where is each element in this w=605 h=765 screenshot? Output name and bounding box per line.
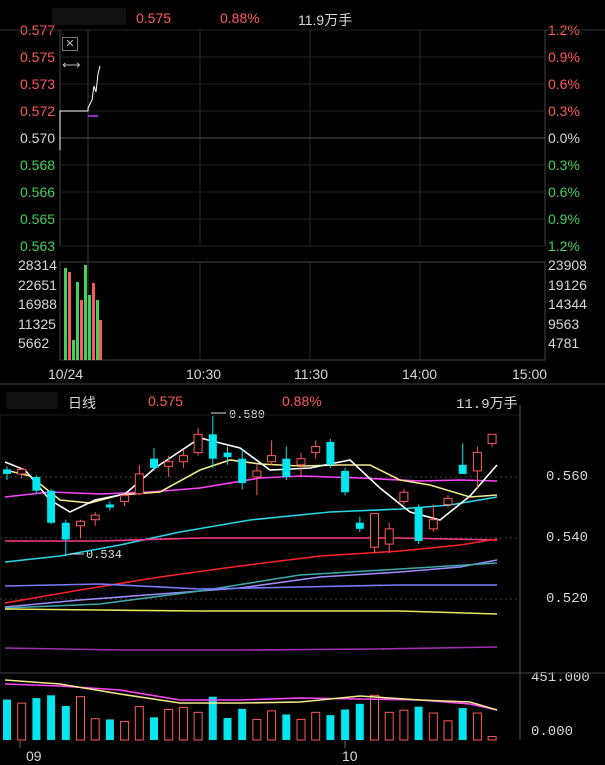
intraday-volume-bar (76, 282, 79, 360)
volume-bar (76, 696, 85, 741)
candle-body (487, 433, 497, 444)
volume-bar (384, 711, 394, 741)
volume-bar (311, 711, 321, 741)
candle-body (178, 455, 188, 463)
candle-body (238, 458, 247, 484)
ma-line-red (4, 538, 498, 604)
candle-body (267, 455, 277, 463)
volume-bar (296, 718, 306, 741)
volume-bar (326, 715, 335, 740)
candle-body (443, 497, 453, 505)
candle-body (164, 461, 174, 467)
candle-body (458, 464, 467, 474)
candle-body (3, 469, 11, 474)
volume-bar (223, 718, 232, 740)
volume-bar (3, 699, 11, 740)
volume-bar (370, 694, 379, 741)
candle-body (76, 520, 85, 527)
volume-bar (472, 712, 482, 741)
candle-body (282, 458, 291, 477)
volume-bar (252, 718, 262, 741)
volume-bar (105, 719, 114, 740)
volume-bar (443, 720, 453, 741)
volume-bar (164, 708, 174, 741)
candle-body (355, 522, 364, 529)
ma-line-magenta (4, 475, 498, 498)
candle-body (414, 507, 423, 542)
volume-bar (341, 709, 350, 740)
intraday-volume-bar (99, 320, 102, 360)
volume-bar (487, 735, 497, 741)
ma-line-pink (5, 537, 498, 542)
volume-bar (282, 714, 291, 740)
candle-body (90, 514, 100, 521)
volume-bar (458, 708, 467, 740)
intraday-volume-bar (88, 295, 91, 360)
volume-bar (17, 702, 27, 741)
candle-body (428, 519, 438, 530)
chart-canvas[interactable] (0, 0, 605, 765)
volume-bar (90, 718, 100, 741)
volume-bar (428, 712, 438, 741)
volume-bar (414, 706, 423, 740)
candle-body (326, 441, 335, 465)
candle-body (32, 477, 41, 491)
volume-bar (178, 706, 188, 741)
volume-bar (120, 721, 130, 741)
volume-bar (61, 705, 70, 740)
intraday-price-line (59, 65, 101, 150)
candle-body (296, 458, 306, 466)
volume-bar (267, 710, 277, 741)
intraday-volume-frame (59, 261, 546, 361)
ma-line-yellow (4, 608, 498, 615)
intraday-volume-bar (96, 300, 99, 360)
candle-body (150, 458, 158, 468)
volume-bar (238, 708, 247, 740)
candle-body (341, 470, 350, 493)
candle-body (384, 528, 394, 545)
volume-bar (134, 706, 144, 741)
intraday-volume-bar (84, 265, 87, 360)
volume-bar (150, 717, 158, 740)
candle-body (252, 470, 262, 478)
candle-body (472, 452, 482, 472)
volume-bar (47, 695, 56, 740)
candle-body (134, 473, 144, 495)
volume-bar (193, 711, 203, 741)
intraday-volume-bar (92, 283, 95, 360)
volume-bar (32, 698, 41, 740)
intraday-volume-bar (80, 300, 83, 360)
candle-body (193, 433, 203, 454)
candle-body (120, 494, 130, 502)
intraday-volume-bar (68, 272, 71, 360)
ma-line-cyan (4, 496, 498, 563)
ma-line-purple (4, 646, 498, 651)
candle-body (223, 452, 232, 458)
intraday-volume-bar (72, 340, 75, 360)
candle-body (208, 434, 217, 459)
volume-bar (355, 703, 364, 740)
candle-body (311, 446, 321, 454)
candle-body (47, 490, 56, 523)
candle-body (17, 468, 27, 475)
intraday-volume-bar (64, 268, 67, 360)
candle-body (61, 522, 70, 540)
volume-bar (399, 709, 409, 741)
candle-body (370, 513, 379, 548)
candle-body (105, 504, 114, 508)
candle-body (399, 491, 409, 502)
